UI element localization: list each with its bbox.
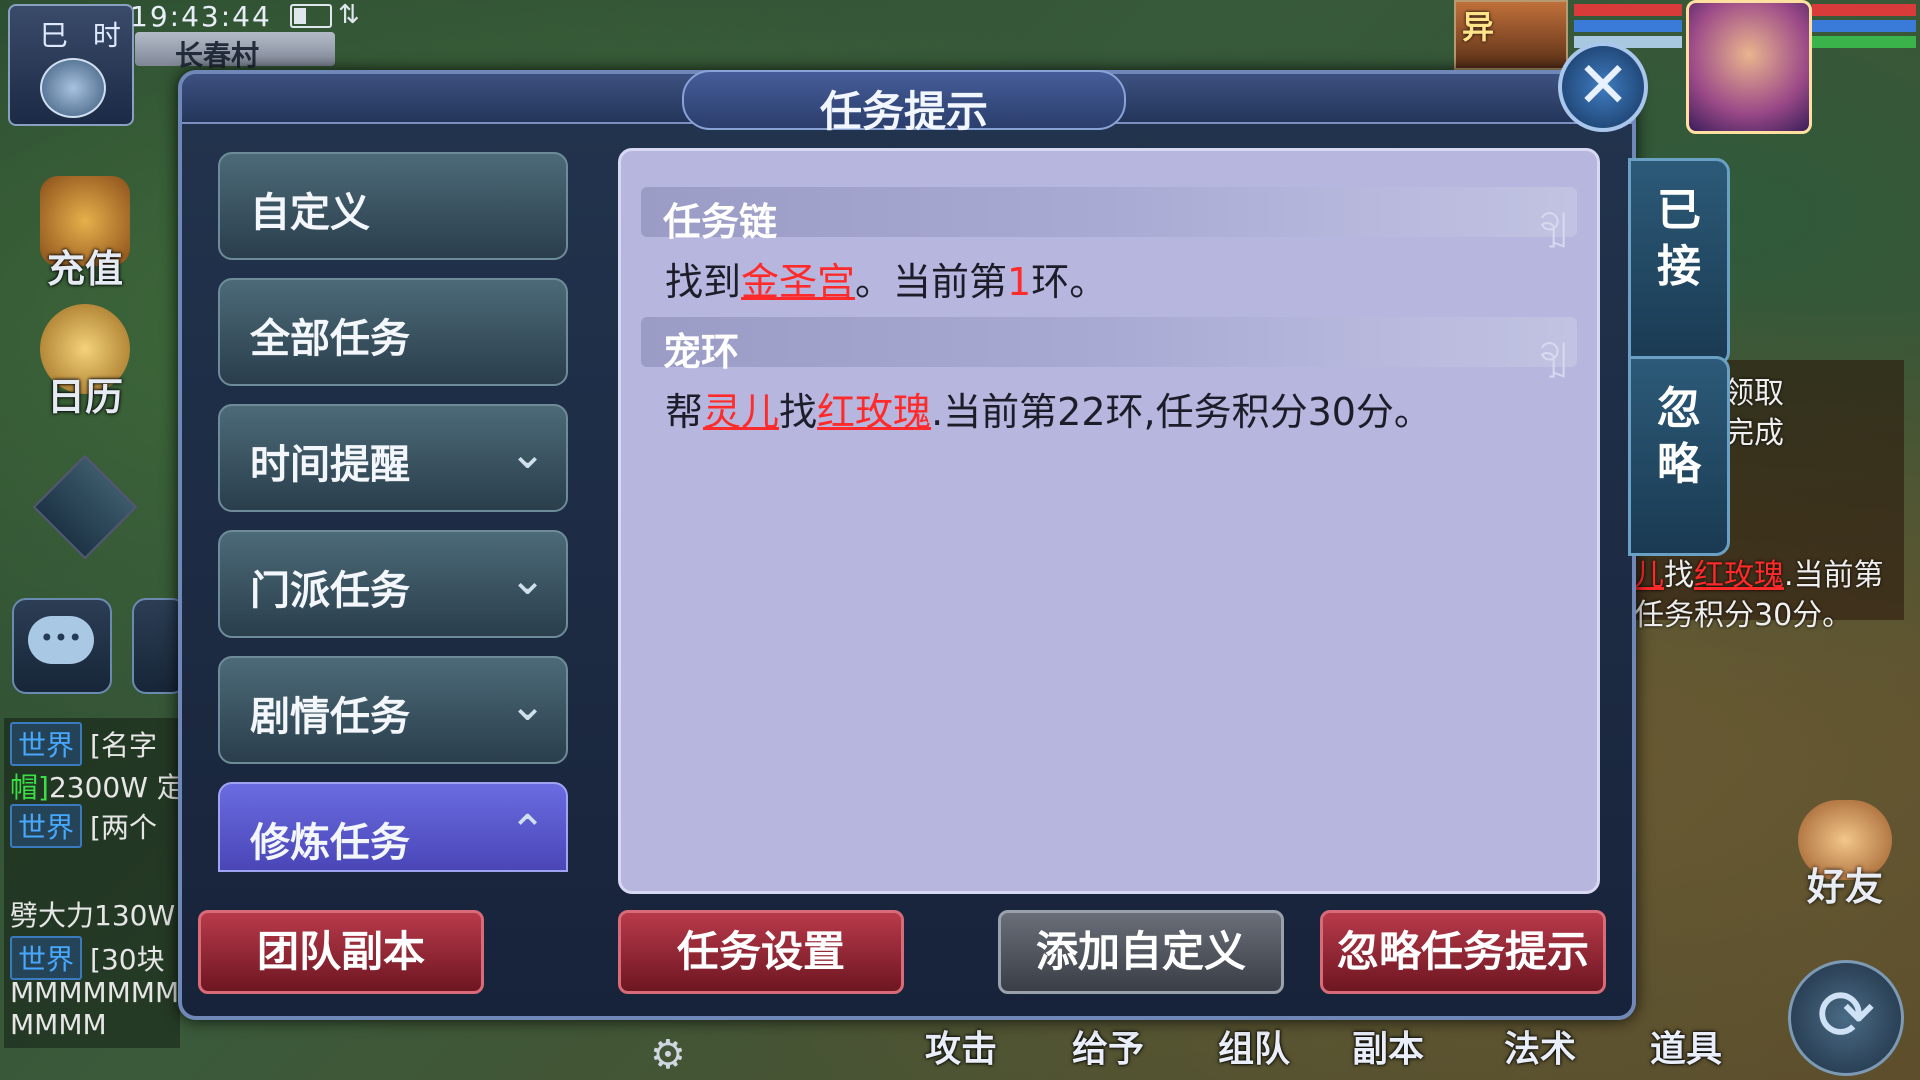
friends-button[interactable]: 好友	[1790, 800, 1900, 911]
team-dungeon-button[interactable]: 团队副本	[198, 910, 484, 994]
world-channel-tag: 世界	[10, 936, 83, 980]
chevron-down-icon: ⌄	[509, 554, 546, 605]
chat-line: 世界 [名字	[10, 722, 157, 766]
close-button[interactable]: ✕	[1558, 42, 1648, 132]
chevron-down-icon: ⌄	[509, 680, 546, 731]
pet-ring-text: 帮灵儿找红玫瑰.当前第22环,任务积分30分。	[665, 390, 1432, 434]
section-header: 宠环 ꩾ	[641, 317, 1577, 374]
item-link[interactable]: 红玫瑰	[817, 390, 931, 434]
task-settings-button[interactable]: 任务设置	[618, 910, 904, 994]
pet-mp-bar	[1574, 20, 1682, 32]
world-channel-tag: 世界	[10, 804, 83, 848]
nav-sect-tasks[interactable]: 门派任务 ⌄	[218, 530, 568, 638]
task-target-link[interactable]: 金圣宫	[741, 260, 855, 304]
chat-line: MMMMMMMM	[10, 976, 204, 1009]
chat-line: 世界 [30块	[10, 936, 165, 980]
spell-button[interactable]: 法术	[1504, 1020, 1576, 1072]
chevron-up-icon: ⌃	[509, 806, 546, 857]
nav-training-tasks[interactable]: 修炼任务 ⌃	[218, 782, 568, 872]
team-button[interactable]: 组队	[1218, 1020, 1290, 1072]
chat-line: 帽]2300W 定	[10, 771, 185, 804]
tab-ignored[interactable]: 忽略	[1628, 356, 1730, 556]
nav-all-tasks[interactable]: 全部任务	[218, 278, 568, 386]
ignore-task-hint-button[interactable]: 忽略任务提示	[1320, 910, 1606, 994]
battery-icon	[290, 4, 332, 28]
calendar-label: 日历	[46, 375, 123, 419]
recharge-button[interactable]: 充值	[30, 176, 140, 293]
world-channel-tag: 世界	[10, 722, 83, 766]
game-time-label: 巳 时	[40, 19, 129, 52]
cloud-swirl-icon: ꩾ	[1538, 194, 1567, 240]
attack-button[interactable]: 攻击	[925, 1020, 997, 1072]
section-header: 任务链 ꩾ	[641, 187, 1577, 244]
friends-label: 好友	[1806, 865, 1883, 909]
chat-line: 世界 [两个	[10, 804, 157, 848]
settings-gear-icon[interactable]: ⚙	[650, 1032, 686, 1078]
calendar-button[interactable]: 日历	[30, 304, 140, 421]
task-content-panel[interactable]: 任务链 ꩾ 找到金圣宫。当前第1环。 宠环 ꩾ 帮灵儿找红玫瑰.当前第22环,任…	[618, 148, 1600, 894]
nav-time-reminder[interactable]: 时间提醒 ⌄	[218, 404, 568, 512]
task-hint-dialog: 任务提示 ✕ 自定义 全部任务 时间提醒 ⌄ 门派任务 ⌄ 剧情任务 ⌄ 修炼任…	[178, 42, 1730, 1020]
signal-icon: ⇅	[338, 0, 360, 30]
recharge-label: 充值	[46, 247, 123, 291]
game-clock-widget[interactable]: 巳 时	[8, 4, 134, 126]
player-energy-bar	[1812, 36, 1916, 48]
chat-line: 劈大力130W	[10, 899, 176, 932]
refresh-icon[interactable]: ⟳	[1788, 960, 1904, 1076]
dungeon-button[interactable]: 副本	[1352, 1020, 1424, 1072]
tab-accepted[interactable]: 已接	[1628, 158, 1730, 366]
dialog-title: 任务提示	[819, 87, 988, 136]
chat-bubble-icon[interactable]	[12, 598, 112, 694]
nav-custom[interactable]: 自定义	[218, 152, 568, 260]
add-custom-button[interactable]: 添加自定义	[998, 910, 1284, 994]
cloud-swirl-icon: ꩾ	[1538, 324, 1567, 370]
player-mp-bar	[1812, 20, 1916, 32]
pet-hp-bar	[1574, 4, 1682, 16]
chevron-down-icon: ⌄	[509, 428, 546, 479]
task-chain-text: 找到金圣宫。当前第1环。	[665, 260, 1108, 304]
items-button[interactable]: 道具	[1650, 1020, 1722, 1072]
title-plate: 任务提示	[682, 70, 1126, 136]
chat-line: MMMM	[10, 1008, 107, 1041]
nav-story-tasks[interactable]: 剧情任务 ⌄	[218, 656, 568, 764]
system-time: 19:43:44	[130, 0, 272, 33]
clock-icon	[40, 58, 106, 118]
player-portrait[interactable]	[1686, 0, 1812, 134]
location-name: 长春村	[175, 39, 260, 72]
pet-status-label: 异	[1462, 8, 1495, 46]
player-hp-bar	[1812, 4, 1916, 16]
chat-log[interactable]: 世界 [名字 帽]2300W 定 世界 [两个 劈大力130W 世界 [30块 MMM…	[4, 718, 203, 1048]
give-button[interactable]: 给予	[1072, 1020, 1144, 1072]
npc-link[interactable]: 灵儿	[703, 390, 779, 434]
